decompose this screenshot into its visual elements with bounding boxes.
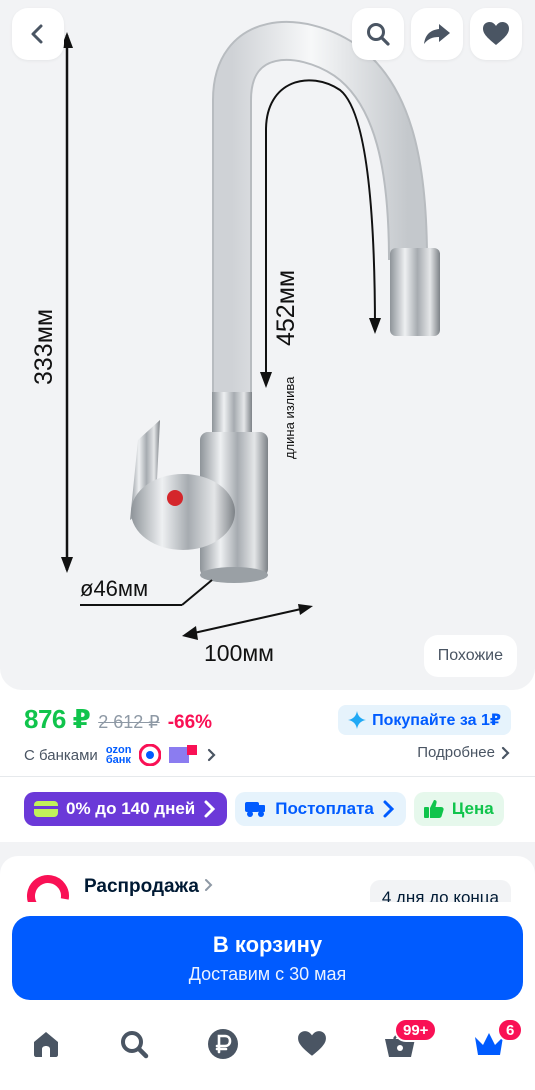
search-icon xyxy=(367,23,390,46)
current-price: 876 ₽ xyxy=(24,704,91,734)
card-icon xyxy=(34,801,58,817)
bank-offers[interactable]: С банками ozon банк xyxy=(24,743,217,767)
add-to-cart-label: В корзину xyxy=(212,931,323,957)
sale-title: Распродажа xyxy=(84,876,214,898)
share-icon xyxy=(424,24,450,44)
dimension-height-label: 333мм xyxy=(30,308,58,385)
home-icon xyxy=(34,1032,58,1057)
buy-for-1-ruble-button[interactable]: Покупайте за 1₽ xyxy=(338,705,511,735)
chevron-right-icon xyxy=(208,748,217,762)
chip-postpay[interactable]: Постоплата xyxy=(235,792,406,826)
sparkle-icon xyxy=(348,711,367,729)
old-price: 2 612 ₽ xyxy=(98,712,160,732)
tab-profile[interactable]: 6 xyxy=(459,1018,524,1064)
more-details-link[interactable]: Подробнее xyxy=(417,744,511,761)
ozon-bank-logo: ozon банк xyxy=(105,744,132,766)
payment-chips: 0% до 140 дней Постоплата Цена xyxy=(24,792,504,826)
similar-button[interactable]: Похожие xyxy=(423,635,517,677)
delivery-truck-icon xyxy=(245,802,266,817)
tab-home[interactable] xyxy=(16,1024,76,1064)
bottom-tab-bar: 99+ 6 xyxy=(0,1010,535,1090)
back-button[interactable] xyxy=(12,8,64,60)
product-gallery[interactable]: 333мм 452мм длина излива ø46мм 100мм Пох… xyxy=(0,0,535,690)
divider xyxy=(0,776,535,777)
tab-finance[interactable] xyxy=(193,1024,253,1064)
discount-badge: -66% xyxy=(167,712,213,733)
tab-favorites[interactable] xyxy=(282,1024,342,1064)
chip-installment[interactable]: 0% до 140 дней xyxy=(24,792,228,826)
ruble-icon xyxy=(208,1029,238,1059)
favorite-button[interactable] xyxy=(470,8,522,60)
dimension-spout-label: 452мм xyxy=(272,269,300,346)
profile-badge: 6 xyxy=(497,1018,524,1042)
search-button[interactable] xyxy=(352,8,404,60)
tab-catalog[interactable] xyxy=(104,1024,164,1064)
bank-logo-icon xyxy=(139,744,162,766)
chevron-right-icon xyxy=(205,879,213,891)
share-button[interactable] xyxy=(411,8,463,60)
thumbs-up-icon xyxy=(423,800,444,818)
promo-label: Покупайте за 1₽ xyxy=(372,712,501,729)
heart-icon xyxy=(298,1031,326,1056)
bank-card-icon xyxy=(169,745,198,763)
price-block: 876 ₽ 2 612 ₽ -66% xyxy=(24,704,212,735)
heart-icon xyxy=(483,22,509,45)
delivery-date-label: Доставим с 30 мая xyxy=(188,963,347,984)
chevron-right-icon xyxy=(501,746,510,759)
dimension-spout-caption: длина излива xyxy=(282,376,297,459)
banks-label: С банками xyxy=(24,746,98,764)
tab-cart[interactable]: 99+ xyxy=(370,1018,438,1064)
search-icon xyxy=(121,1031,149,1059)
dimension-width-label: 100мм xyxy=(204,640,274,666)
chevron-left-icon xyxy=(31,24,43,44)
chip-price[interactable]: Цена xyxy=(413,792,504,826)
chevron-right-icon xyxy=(204,800,216,818)
dimension-diameter-label: ø46мм xyxy=(80,576,149,601)
cart-count-badge: 99+ xyxy=(394,1018,438,1042)
chevron-right-icon xyxy=(383,800,394,818)
add-to-cart-button[interactable]: В корзину Доставим с 30 мая xyxy=(12,916,523,1000)
